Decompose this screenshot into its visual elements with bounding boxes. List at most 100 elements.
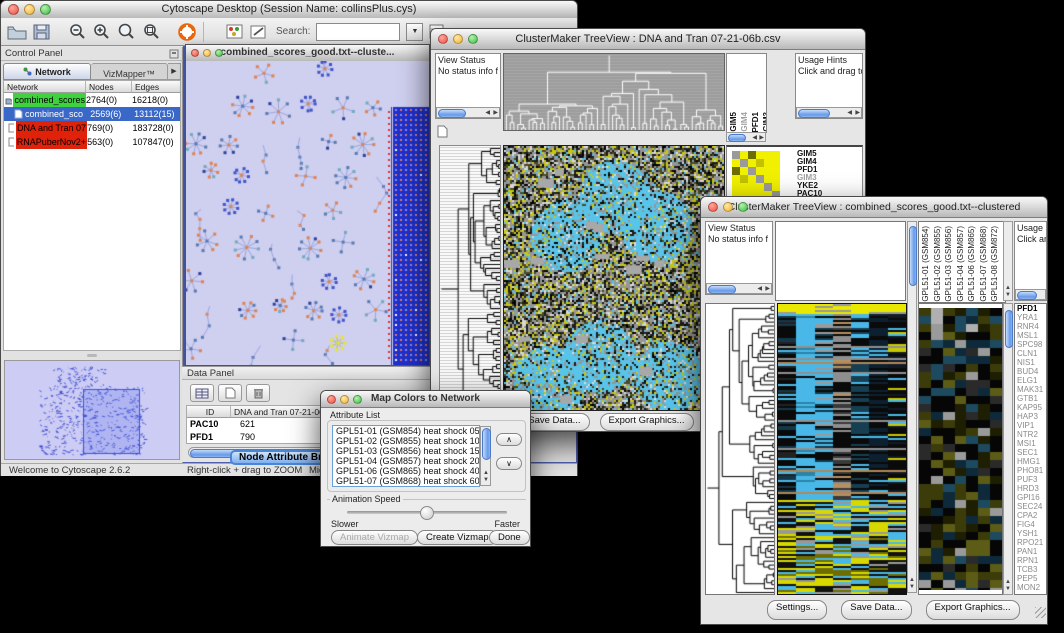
tv1-column-dendrogram[interactable] (503, 53, 725, 131)
matrix-cell (732, 159, 740, 167)
zoom-selected-icon[interactable] (142, 23, 160, 41)
network-row-dna-tran[interactable]: DNA and Tran 07 769(0) 183728(0) (4, 121, 180, 135)
dialog-titlebar[interactable]: Map Colors to Network (321, 391, 530, 408)
network-row-rnapuber[interactable]: RNAPuberNov2+ 563(0) 107847(0) (4, 135, 180, 149)
tv1-hints-scrollbar[interactable]: ◀ ▶ (796, 107, 862, 118)
col-network[interactable]: Network (4, 81, 86, 93)
network-canvas[interactable] (186, 61, 429, 365)
zoom-out-icon[interactable] (68, 23, 86, 41)
matrix-cell (740, 151, 748, 159)
zoom-window-icon[interactable] (468, 34, 478, 44)
tv2-row-dendrogram[interactable] (705, 303, 775, 595)
treeview1-title: ClusterMaker TreeView : DNA and Tran 07-… (515, 33, 780, 45)
network-view-titlebar[interactable]: combined_scores_good.txt--cluste... (186, 45, 429, 62)
tv2-zoom-vscrollbar[interactable]: ▲ ▼ (1003, 303, 1013, 595)
minimize-icon[interactable] (453, 34, 463, 44)
network-file-icon (8, 123, 14, 133)
zoom-window-icon[interactable] (738, 202, 748, 212)
tv1-row-dendrogram[interactable] (439, 145, 501, 411)
done-button[interactable]: Done (489, 530, 530, 545)
tab-vizmapper[interactable]: VizMapper™ (91, 63, 168, 80)
float-panel-icon[interactable] (169, 49, 179, 59)
zoom-in-icon[interactable] (92, 23, 110, 41)
data-panel-title: Data Panel (187, 368, 234, 379)
matrix-cell (756, 167, 764, 175)
tv1-collabel-scrollbar[interactable]: ◀ ▶ (726, 132, 766, 142)
tv1-file-icon[interactable] (437, 125, 448, 138)
matrix-cell (748, 175, 756, 183)
treeview2-title: ClusterMaker TreeView : combined_scores_… (728, 201, 1021, 213)
help-lifering-icon[interactable] (178, 23, 197, 41)
save-data-button[interactable]: Save Data... (841, 600, 911, 620)
move-up-button[interactable]: ∧ (496, 433, 522, 446)
tab-network[interactable]: Network (3, 63, 91, 80)
zoom-fit-icon[interactable] (116, 23, 136, 41)
matrix-cell (732, 183, 740, 191)
tv1-column-labels[interactable]: GIM5GIM4PFD1GIM3YKE2PAC10 (726, 53, 767, 133)
tv2-status-scrollbar[interactable]: ◀ ▶ (706, 283, 772, 294)
search-dropdown-button[interactable]: ▼ (406, 23, 423, 41)
tv2-hints-scrollbar[interactable] (1015, 289, 1046, 300)
tv2-collabel-scrollbar[interactable]: ▲ ▼ (1003, 221, 1013, 301)
tv2-zoom-heatmap[interactable] (918, 303, 1003, 595)
main-titlebar[interactable]: Cytoscape Desktop (Session Name: collins… (1, 1, 577, 19)
export-graphics-button[interactable]: Export Graphics... (926, 600, 1020, 620)
attribute-list-vscrollbar[interactable]: ▲ ▼ (480, 426, 491, 486)
move-down-button[interactable]: ∨ (496, 457, 522, 470)
zoom-window-icon[interactable] (215, 49, 223, 57)
tv2-main-vscrollbar[interactable]: ▲ ▼ (907, 221, 917, 593)
network-file-icon (8, 137, 14, 147)
vizmapper-icon[interactable] (226, 24, 244, 40)
tv1-view-status: View Status No status info f ◀ ▶ (435, 53, 501, 119)
map-colors-dialog: Map Colors to Network Attribute List GPL… (320, 390, 531, 547)
close-icon[interactable] (708, 202, 718, 212)
panel-splitter[interactable] (3, 352, 181, 359)
table-mode-icon[interactable] (190, 384, 214, 402)
network-row-combined-scores[interactable]: combined_scores 2764(0) 16218(0) (4, 93, 180, 107)
matrix-cell (748, 159, 756, 167)
slider-thumb[interactable] (420, 506, 434, 520)
tv2-heatmap[interactable] (777, 303, 907, 595)
save-button[interactable] (33, 24, 50, 40)
matrix-cell (756, 175, 764, 183)
tv2-column-dendrogram[interactable] (775, 221, 906, 301)
settings-button[interactable]: Settings... (767, 600, 827, 620)
close-icon[interactable] (438, 34, 448, 44)
search-input[interactable] (316, 23, 400, 41)
id-column-header[interactable]: ID (187, 406, 231, 418)
tv1-zoom-matrix[interactable] (732, 151, 780, 199)
zoom-window-icon[interactable] (40, 4, 51, 15)
resize-grip[interactable] (1035, 607, 1046, 618)
treeview2-titlebar[interactable]: ClusterMaker TreeView : combined_scores_… (701, 197, 1047, 218)
attribute-list[interactable]: GPL51-01 (GSM854) heat shock 05 minGPL51… (332, 425, 480, 487)
create-vizmap-button[interactable]: Create Vizmap (417, 530, 498, 545)
tab-overflow-button[interactable]: ▶ (168, 63, 181, 80)
tv1-heatmap[interactable] (503, 145, 725, 411)
tv1-zoom-row-labels[interactable]: GIM5GIM4PFD1GIM3YKE2PAC10 (797, 150, 822, 198)
close-icon[interactable] (191, 49, 199, 57)
treeview1-titlebar[interactable]: ClusterMaker TreeView : DNA and Tran 07-… (431, 29, 865, 50)
close-icon[interactable] (8, 4, 19, 15)
annotation-icon[interactable] (250, 24, 268, 40)
delete-attribute-trash-icon[interactable] (246, 384, 270, 402)
minimize-icon[interactable] (24, 4, 35, 15)
tv2-gene-list[interactable]: PFD1YRA1RNR4MSL1SPC98CLN1NIS1BUD4ELG1MAK… (1014, 303, 1047, 595)
new-attribute-icon[interactable] (218, 384, 242, 402)
animate-vizmap-button[interactable]: Animate Vizmap (331, 530, 418, 545)
folder-icon (5, 96, 12, 105)
col-edges[interactable]: Edges (132, 81, 180, 93)
network-row-combined-sco-selected[interactable]: combined_sco 2569(6) 13112(15) (4, 107, 180, 121)
zoom-window-icon[interactable] (353, 395, 362, 404)
tv1-status-scrollbar[interactable]: ◀ ▶ (436, 107, 500, 118)
minimize-icon[interactable] (723, 202, 733, 212)
tv2-column-labels[interactable]: GPL51-01 (GSM854)GPL51-02 (GSM855)GPL51-… (918, 221, 1006, 303)
minimize-icon[interactable] (203, 49, 211, 57)
birdseye-view[interactable] (4, 360, 180, 460)
export-graphics-button[interactable]: Export Graphics... (600, 413, 694, 431)
open-file-button[interactable] (7, 24, 27, 40)
animation-speed-slider[interactable] (347, 511, 507, 514)
minimize-icon[interactable] (340, 395, 349, 404)
close-icon[interactable] (327, 395, 336, 404)
col-nodes[interactable]: Nodes (86, 81, 132, 93)
matrix-cell (748, 183, 756, 191)
